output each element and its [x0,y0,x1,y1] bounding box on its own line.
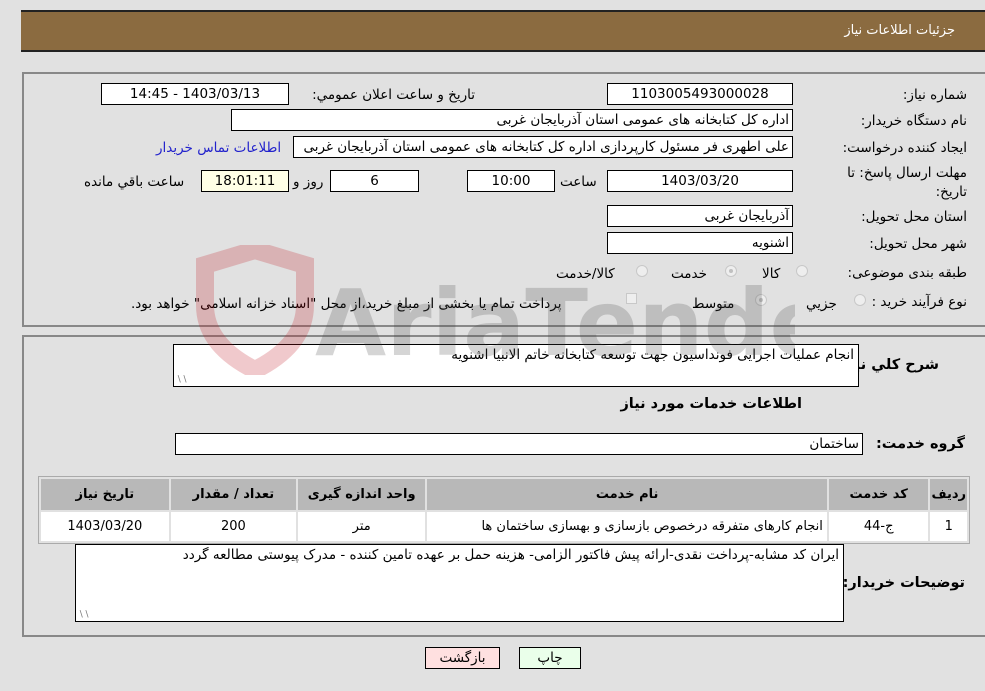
cell-quantity: 200 [168,510,299,543]
purchase-option-medium: متوسط [692,296,735,312]
need-number-label: شماره نیاز: [902,87,967,103]
category-radio-goods-service[interactable] [636,265,648,277]
table-row: 1 ج-44 انجام کارهای متفرقه درخصوص بازساز… [39,510,969,543]
category-option-goods: کالا [762,266,781,282]
col-header-service-code: کد خدمت [826,477,931,512]
deadline-label: مهلت ارسال پاسخ: تا تاریخ: [847,165,967,200]
services-table: ردیف کد خدمت نام خدمت واحد اندازه گیری ت… [39,477,969,543]
col-header-quantity: تعداد / مقدار [168,477,299,512]
cell-service-name: انجام کارهای متفرقه درخصوص بازسازی و بهس… [425,510,829,543]
description-textarea[interactable]: انجام عملیات اجرایی فونداسیون جهت توسعه … [173,344,859,387]
deadline-time-field[interactable]: 10:00 [467,170,555,192]
need-number-field[interactable]: 1103005493000028 [607,83,793,105]
category-radio-service[interactable] [725,265,737,277]
remaining-time-field: 18:01:11 [201,170,289,192]
col-header-need-date: تاریخ نیاز [39,477,171,512]
service-group-field[interactable]: ساختمان [175,433,863,455]
page-title: جزئیات اطلاعات نیاز [844,23,955,38]
category-option-goods-service: کالا/خدمت [556,266,615,282]
back-button[interactable]: بازگشت [425,647,500,669]
buyer-contact-link[interactable]: اطلاعات تماس خریدار [156,140,281,156]
deadline-date-field[interactable]: 1403/03/20 [607,170,793,192]
deadline-days-field[interactable]: 6 [330,170,419,192]
buyer-org-label: نام دستگاه خریدار: [860,113,967,129]
deadline-time-label: ساعت [560,174,597,190]
delivery-city-field[interactable]: اشنویه [607,232,793,254]
service-group-label: گروه خدمت: [875,436,965,452]
buyer-notes-text: ایران کد مشابه-پرداخت نقدی-ارائه پیش فاک… [182,547,839,563]
col-header-row-number: ردیف [928,477,969,512]
buyer-notes-label: توضيحات خريدار: [842,575,965,591]
requester-label: ایجاد کننده درخواست: [842,140,967,156]
delivery-city-label: شهر محل تحویل: [869,236,967,252]
days-label: روز و [293,174,324,190]
services-section-title: اطلاعات خدمات مورد نياز [620,396,802,412]
table-header-row: ردیف کد خدمت نام خدمت واحد اندازه گیری ت… [39,477,969,512]
delivery-province-field[interactable]: آذربایجان غربی [607,205,793,227]
buyer-org-field[interactable]: اداره کل کتابخانه های عمومی استان آذربای… [231,109,793,131]
cell-need-date: 1403/03/20 [39,510,171,543]
category-radio-goods[interactable] [796,265,808,277]
purchase-radio-minor[interactable] [854,294,866,306]
col-header-service-name: نام خدمت [425,477,829,512]
services-table-wrapper: ردیف کد خدمت نام خدمت واحد اندازه گیری ت… [38,476,970,544]
treasury-note: پرداخت تمام یا بخشی از مبلغ خرید،از محل … [131,296,562,312]
cell-unit: متر [296,510,428,543]
purchase-type-label: نوع فرآیند خرید : [871,294,967,310]
page-header: جزئیات اطلاعات نیاز [21,10,985,52]
treasury-checkbox[interactable] [626,293,637,304]
col-header-unit: واحد اندازه گیری [296,477,428,512]
category-label: طبقه بندی موضوعی: [847,265,967,281]
resize-grip-icon[interactable]: ∖∖ [78,610,89,620]
buyer-notes-textarea[interactable]: ایران کد مشابه-پرداخت نقدی-ارائه پیش فاک… [75,544,844,622]
cell-service-code: ج-44 [826,510,931,543]
announce-datetime-field[interactable]: 1403/03/13 - 14:45 [101,83,289,105]
category-option-service: خدمت [671,266,707,282]
delivery-province-label: استان محل تحویل: [861,209,967,225]
remaining-label: ساعت باقي مانده [84,174,185,190]
requester-field[interactable]: علی اطهری فر مسئول کارپردازی اداره کل کت… [293,136,793,158]
cell-row-number: 1 [928,510,969,543]
purchase-radio-medium[interactable] [755,294,767,306]
description-text: انجام عملیات اجرایی فونداسیون جهت توسعه … [451,347,854,363]
purchase-option-minor: جزيي [806,296,837,312]
resize-grip-icon[interactable]: ∖∖ [176,375,187,385]
announce-datetime-label: تاریخ و ساعت اعلان عمومي: [312,87,475,103]
print-button[interactable]: چاپ [519,647,581,669]
